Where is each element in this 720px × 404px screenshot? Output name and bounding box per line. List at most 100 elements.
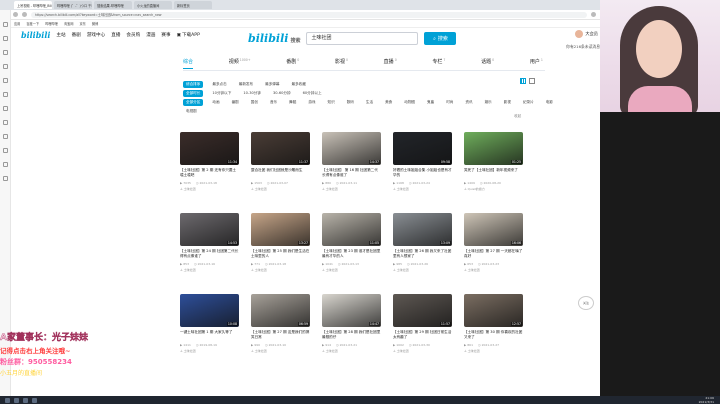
browser-tab[interactable]: 哔哩哔哩 (゜-゜)つロ 千杯~-bilibili bbox=[54, 1, 92, 9]
filter-chip[interactable]: 音乐 bbox=[267, 99, 280, 106]
sidebar-icon[interactable] bbox=[2, 120, 8, 125]
video-card[interactable]: 10:08 一键土味社团第 1 期 大家久等了 ▶ 1411 ◷ 2019-08-19… bbox=[180, 294, 239, 369]
filter-chip[interactable]: 电影 bbox=[543, 99, 556, 106]
filter-chip[interactable]: 10-30分钟 bbox=[240, 90, 264, 97]
nav-link[interactable]: 主站 bbox=[56, 32, 65, 38]
video-thumbnail[interactable]: 11:37 bbox=[251, 132, 310, 165]
filter-chip[interactable]: 最多弹幕 bbox=[262, 81, 282, 88]
uploader-name[interactable]: ♙ 土味社团 bbox=[322, 349, 381, 353]
sidebar-icon[interactable] bbox=[2, 106, 8, 111]
filter-chip[interactable]: 10分钟以下 bbox=[209, 90, 234, 97]
bilibili-logo[interactable]: bilibili bbox=[21, 30, 50, 40]
start-icon[interactable] bbox=[5, 397, 10, 403]
filter-chip[interactable]: 鬼畜 bbox=[424, 99, 437, 106]
video-card[interactable]: 12:57 【土味社团】第 30 期 你喜欢的社团又来了 ▶ 861 ◷ 2021-0… bbox=[464, 294, 523, 369]
sidebar-icon[interactable] bbox=[2, 148, 8, 153]
nav-link[interactable]: 游戏中心 bbox=[87, 32, 105, 38]
uploader-name-value[interactable]: 土味社团 bbox=[255, 268, 267, 272]
uploader-name[interactable]: ♙ 土味社团 bbox=[180, 349, 239, 353]
video-card[interactable]: 13:27 【土味社团】第 25 期 我们是生活在土味里的人 ▶ 771 ◷ 2021… bbox=[251, 213, 310, 288]
video-title[interactable]: 【土味社团】 第 16 期 社团第二代长得有点像谁了 bbox=[322, 168, 381, 178]
url-field[interactable]: https://search.bilibili.com/all?keyword=… bbox=[31, 11, 587, 18]
uploader-name[interactable]: ♙ 土味社团 bbox=[393, 187, 452, 191]
bookmark-item[interactable]: 应用 bbox=[14, 21, 20, 26]
search-input[interactable]: 土味社团 bbox=[306, 32, 419, 45]
uploader-name-value[interactable]: 土味社团 bbox=[184, 187, 196, 191]
video-card[interactable]: 11:05 【土味社团】第 23 期 谁才是社团里最有才华的人 ▶ 1041 ◷ 20… bbox=[322, 213, 381, 288]
search-button[interactable]: ⌕ 搜索 bbox=[424, 32, 457, 45]
tab-film[interactable]: 影视 0 bbox=[335, 58, 348, 69]
video-title[interactable]: 【土味社团】第 2 期 还有你只要土嘻土嘻吧 bbox=[180, 168, 239, 178]
tab-article[interactable]: 专栏 7 bbox=[432, 58, 445, 69]
uploader-name[interactable]: ♙ 土味社团 bbox=[251, 268, 310, 272]
bookmark-item[interactable]: 京东 bbox=[79, 21, 85, 26]
nav-link[interactable]: 直播 bbox=[111, 32, 120, 38]
uploader-name-value[interactable]: 土味社团 bbox=[255, 187, 267, 191]
video-card[interactable]: 01:25 笑死了【土味社团】新年视频来了 ▶ 1409 ◷ 2020-08-20 ♙ … bbox=[464, 132, 523, 207]
forward-icon[interactable] bbox=[13, 12, 18, 17]
video-title[interactable]: 【土味社团】第 23 期 谁才是社团里最有才华的人 bbox=[322, 249, 381, 259]
video-title[interactable]: 【土味社团】第 30 期 你喜欢的社团又来了 bbox=[464, 330, 523, 340]
filter-chip[interactable]: 影视 bbox=[501, 99, 514, 106]
uploader-name[interactable]: ♙ 土味社团 bbox=[322, 187, 381, 191]
uploader-name-value[interactable]: 土味社团 bbox=[184, 349, 196, 353]
video-card[interactable]: 14:37 【土味社团】 第 16 期 社团第二代长得有点像谁了 ▶ 880 ◷ 20… bbox=[322, 132, 381, 207]
uploader-name[interactable]: ♙ 土味社团 bbox=[464, 349, 523, 353]
bookmark-item[interactable]: 微博 bbox=[92, 21, 98, 26]
video-card[interactable]: 11:37 整合社团 我们社团就是沙雕而生 ▶ 1503 ◷ 2021-03-07 ♙ … bbox=[251, 132, 310, 207]
filter-chip[interactable]: 动物圈 bbox=[401, 99, 418, 106]
video-title[interactable]: 【土味社团】第 28 期 我们是社团里最靓的仔 bbox=[322, 330, 381, 340]
browser-tab[interactable]: 小火龙的直播间 bbox=[134, 1, 172, 9]
uploader-name-value[interactable]: 土味社团 bbox=[326, 349, 338, 353]
filter-chip[interactable]: 数码 bbox=[344, 99, 357, 106]
video-title[interactable]: 【土味社团】第 26 期 我又来了社团里有人想家了 bbox=[393, 249, 452, 259]
browser-tab[interactable]: 上吊视频 - 哔哩哔哩_Bilibili bbox=[14, 1, 52, 9]
filter-chip[interactable]: 全部分区 bbox=[183, 99, 204, 106]
sidebar-icon[interactable] bbox=[2, 92, 8, 97]
video-thumbnail[interactable]: 09:58 bbox=[393, 132, 452, 165]
sidebar-icon[interactable] bbox=[2, 64, 8, 69]
video-title[interactable]: 【土味社团】第 29 期 社团日常生活太有趣了 bbox=[393, 330, 452, 340]
video-thumbnail[interactable]: 13:09 bbox=[393, 213, 452, 246]
video-thumbnail[interactable]: 12:57 bbox=[464, 294, 523, 327]
filter-chip[interactable]: 生活 bbox=[363, 99, 376, 106]
filter-chip[interactable]: 30-60分钟 bbox=[270, 90, 294, 97]
video-card[interactable]: 14:53 【土味社团】第 24 期 社团第二代长得有点像谁了 ▶ 853 ◷ 202… bbox=[180, 213, 239, 288]
nav-link[interactable]: 赛事 bbox=[161, 32, 170, 38]
video-title[interactable]: 【土味社团】第 25 期 我们是生活在土味里的人 bbox=[251, 249, 310, 259]
bookmark-item[interactable]: 百度一下 bbox=[26, 21, 39, 26]
extension-icon[interactable] bbox=[591, 12, 596, 17]
video-title[interactable]: 笑死了【土味社团】新年视频来了 bbox=[464, 168, 523, 178]
uploader-name-value[interactable]: 土味社团 bbox=[397, 187, 409, 191]
video-title[interactable]: 【土味社团】第 24 期 社团第二代长得有点像谁了 bbox=[180, 249, 239, 259]
filter-chip[interactable]: 纪录片 bbox=[520, 99, 537, 106]
uploader-name[interactable]: ♙ 土味社团 bbox=[393, 268, 452, 272]
uploader-name-value[interactable]: 土味社团 bbox=[468, 268, 480, 272]
list-view-icon[interactable] bbox=[529, 78, 535, 84]
video-thumbnail[interactable]: 14:37 bbox=[322, 132, 381, 165]
sidebar-icon[interactable] bbox=[2, 36, 8, 41]
uploader-name-value[interactable]: 土味社团 bbox=[468, 349, 480, 353]
taskbar-app-icon[interactable] bbox=[32, 397, 37, 403]
video-thumbnail[interactable]: 13:27 bbox=[251, 213, 310, 246]
floating-follow-bubble[interactable]: 关注 bbox=[578, 296, 594, 310]
video-thumbnail[interactable]: 01:25 bbox=[464, 132, 523, 165]
video-card[interactable]: 14:47 【土味社团】第 28 期 我们是社团里最靓的仔 ▶ 914 ◷ 2021-… bbox=[322, 294, 381, 369]
uploader-name[interactable]: ♙ 土味社团 bbox=[251, 187, 310, 191]
tab-user[interactable]: 用户 1 bbox=[530, 58, 543, 69]
video-title[interactable]: 一键土味社团第 1 期 大家久等了 bbox=[180, 330, 239, 340]
reload-icon[interactable] bbox=[22, 12, 27, 17]
filter-chip[interactable]: 全部时长 bbox=[183, 90, 204, 97]
filter-chip[interactable]: 动画 bbox=[209, 99, 222, 106]
video-title[interactable]: 整合社团 我们社团就是沙雕而生 bbox=[251, 168, 310, 178]
video-thumbnail[interactable]: 14:53 bbox=[180, 213, 239, 246]
video-card[interactable]: 11:57 【土味社团】第 29 期 社团日常生活太有趣了 ▶ 1002 ◷ 2021… bbox=[393, 294, 452, 369]
video-card[interactable]: 13:09 【土味社团】第 26 期 我又来了社团里有人想家了 ▶ 985 ◷ 202… bbox=[393, 213, 452, 288]
video-thumbnail[interactable]: 14:47 bbox=[322, 294, 381, 327]
sidebar-icon[interactable] bbox=[2, 78, 8, 83]
taskbar-app-icon[interactable] bbox=[23, 397, 28, 403]
video-title[interactable]: 【土味社团】第 27 期 一天都在嗨了真好 bbox=[464, 249, 523, 259]
tab-all[interactable]: 综合 bbox=[183, 58, 194, 69]
video-thumbnail[interactable]: 16:06 bbox=[464, 213, 523, 246]
uploader-name-value[interactable]: 土味社团 bbox=[397, 349, 409, 353]
